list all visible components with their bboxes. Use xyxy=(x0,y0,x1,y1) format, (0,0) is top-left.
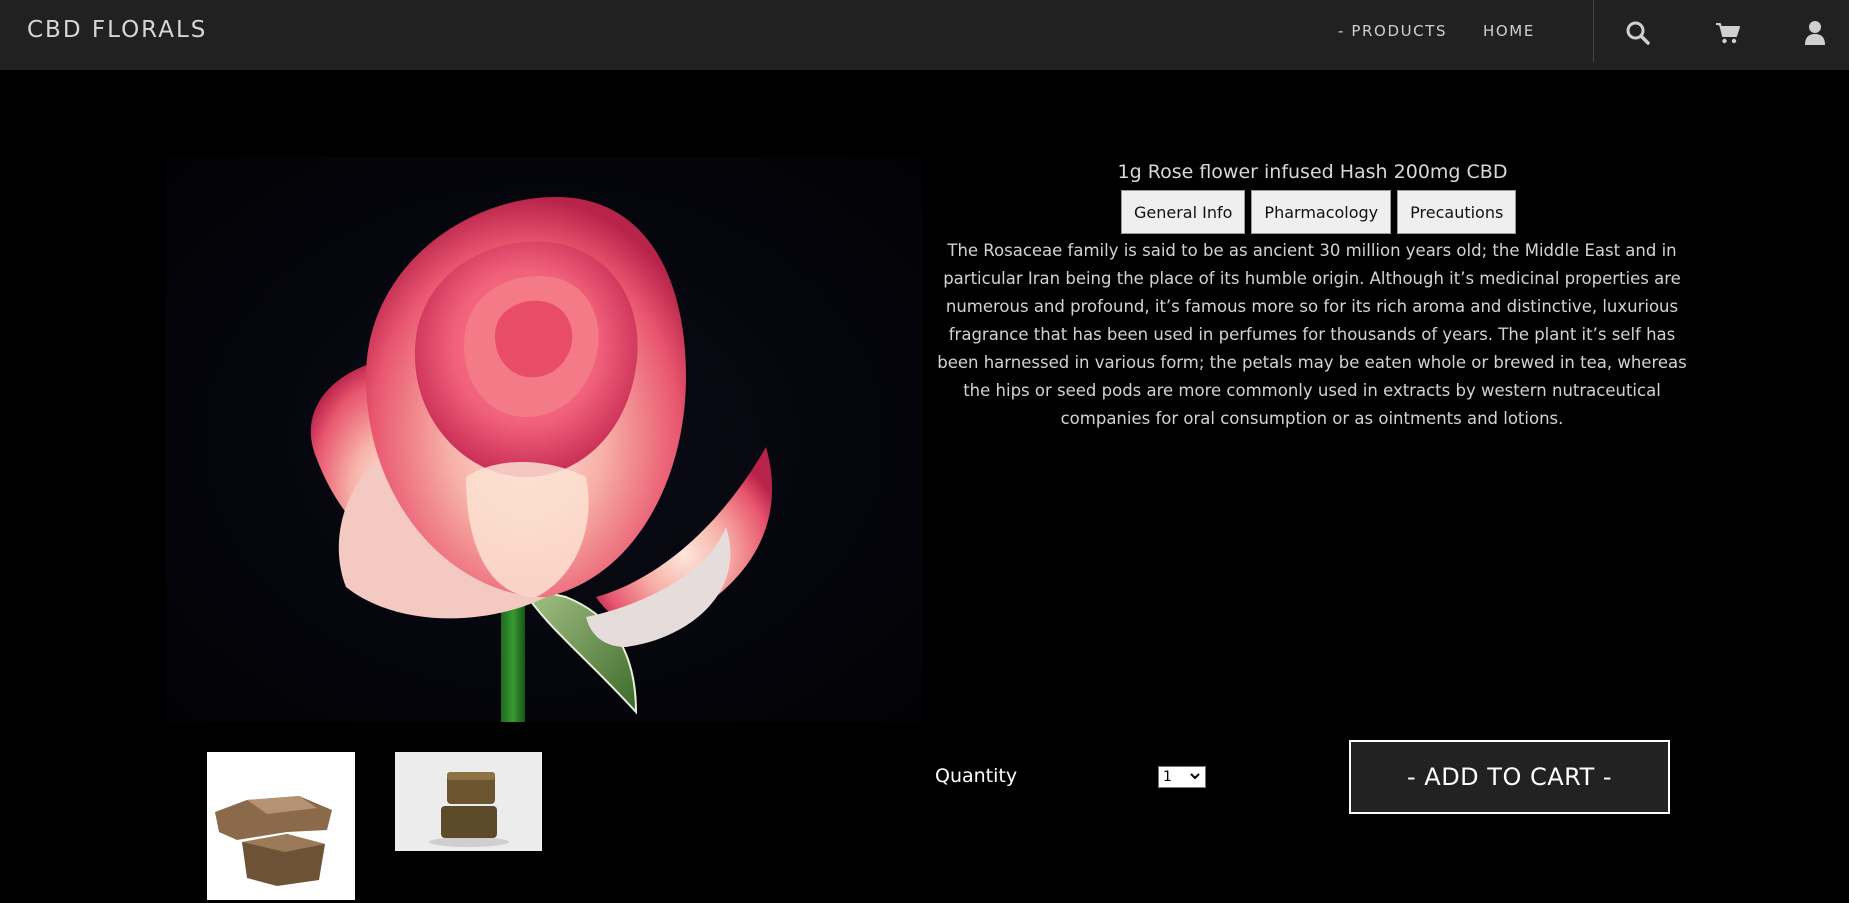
quantity-label: Quantity xyxy=(935,765,1018,787)
quantity-select[interactable]: 1 xyxy=(1158,766,1206,788)
nav-divider xyxy=(1593,0,1594,62)
top-navbar: CBD FLORALS - PRODUCTS HOME xyxy=(0,0,1849,70)
product-main-image xyxy=(166,157,923,722)
product-thumbnail-1[interactable] xyxy=(207,752,355,900)
tab-pharmacology[interactable]: Pharmacology xyxy=(1251,190,1392,234)
product-title: 1g Rose flower infused Hash 200mg CBD xyxy=(1117,161,1508,183)
product-description: The Rosaceae family is said to be as anc… xyxy=(937,241,1687,428)
brand-logo-text[interactable]: CBD FLORALS xyxy=(27,17,207,43)
chevron-down-icon xyxy=(1189,770,1201,782)
tab-general-info[interactable]: General Info xyxy=(1121,190,1246,234)
nav-link-home[interactable]: HOME xyxy=(1483,22,1535,40)
product-thumbnail-2[interactable] xyxy=(395,752,542,851)
nav-link-products[interactable]: - PRODUCTS xyxy=(1338,22,1447,40)
product-info-tabs: General Info Pharmacology Precautions xyxy=(1121,190,1517,234)
quantity-selected-value: 1 xyxy=(1163,769,1172,785)
cart-icon[interactable] xyxy=(1715,20,1741,46)
user-icon[interactable] xyxy=(1804,20,1830,46)
search-icon[interactable] xyxy=(1625,20,1651,46)
tab-precautions[interactable]: Precautions xyxy=(1397,190,1517,234)
add-to-cart-button[interactable]: - ADD TO CART - xyxy=(1349,740,1670,814)
